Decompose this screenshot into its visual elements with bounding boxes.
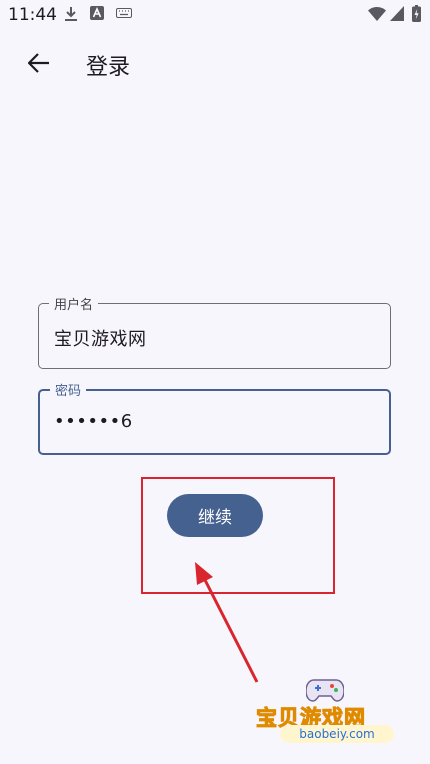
watermark-url: baobeiy.com — [280, 725, 394, 743]
keyboard-icon — [116, 8, 132, 18]
status-bar: 11:44 — [0, 0, 430, 30]
signal-icon — [390, 6, 404, 21]
password-value: ••••••6 — [54, 411, 133, 432]
page-title: 登录 — [86, 55, 131, 80]
status-time: 11:44 — [8, 5, 57, 25]
app-bar: 登录 — [0, 38, 430, 90]
download-icon — [65, 7, 77, 21]
back-button[interactable] — [20, 44, 58, 82]
password-label: 密码 — [50, 380, 87, 399]
font-icon — [90, 6, 104, 20]
username-label: 用户名 — [49, 294, 99, 313]
wifi-icon — [368, 7, 386, 21]
arrow-left-icon — [28, 53, 49, 73]
battery-charging-icon — [412, 5, 421, 22]
username-field[interactable]: 用户名 宝贝游戏网 — [38, 294, 391, 369]
gamepad-icon — [306, 679, 344, 702]
username-value: 宝贝游戏网 — [54, 329, 147, 350]
watermark-logo: 宝贝游戏网 baobeiy.com — [254, 672, 400, 756]
password-field[interactable]: 密码 ••••••6 — [38, 380, 391, 455]
continue-button[interactable]: 继续 — [167, 494, 263, 537]
